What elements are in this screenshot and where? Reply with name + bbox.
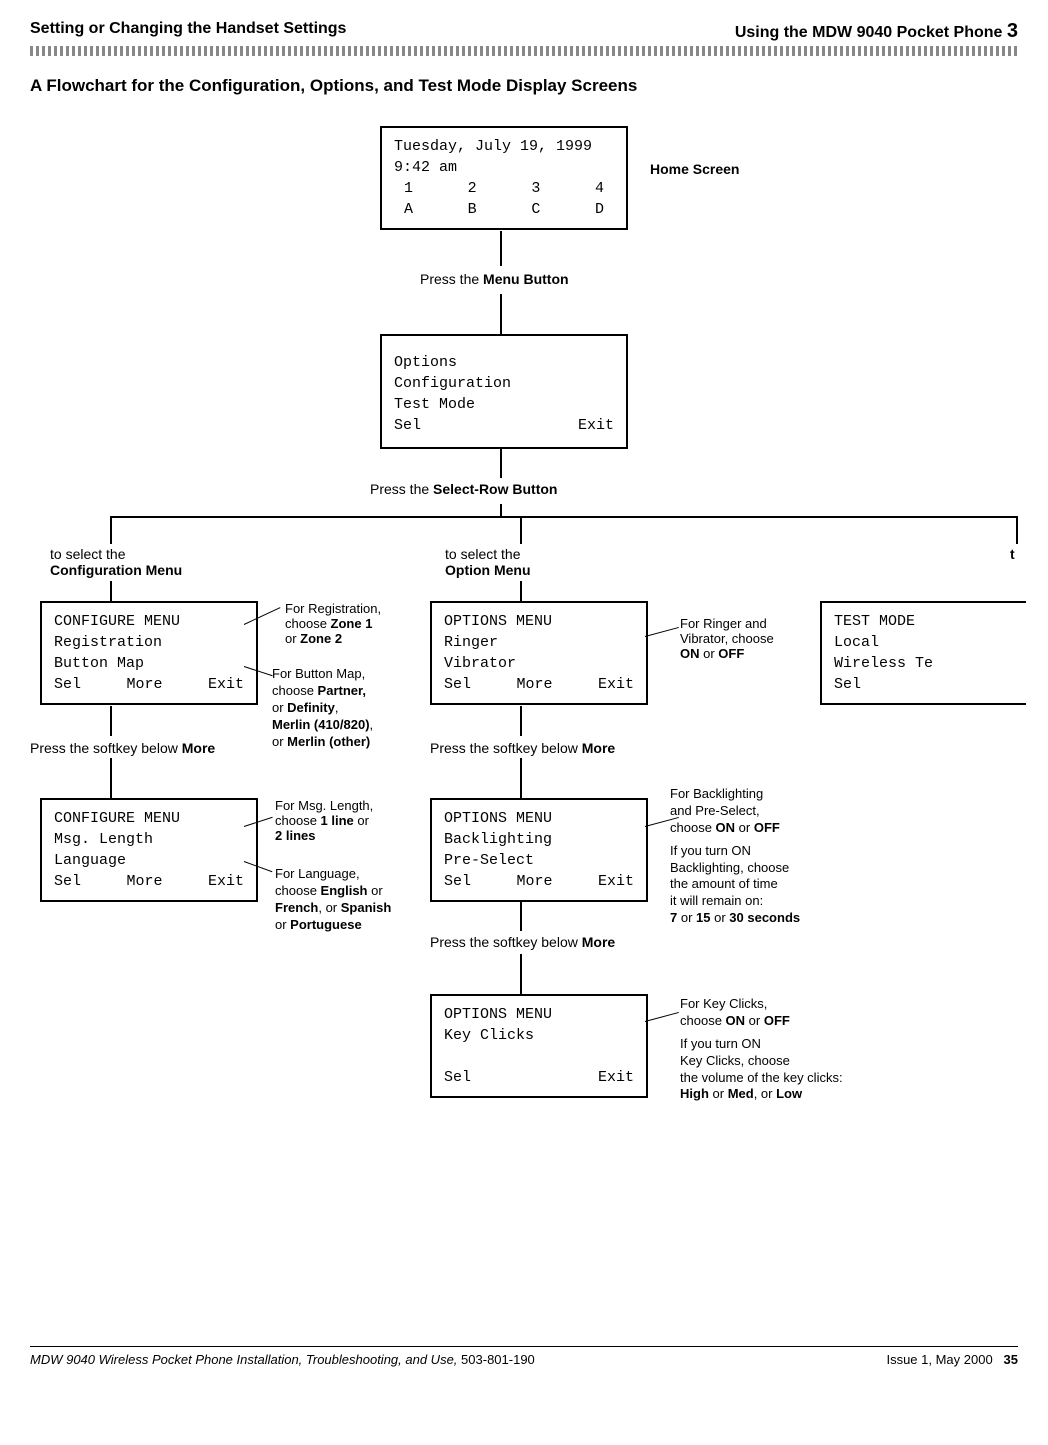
press-more-config: Press the softkey below More bbox=[30, 740, 215, 756]
header-right: Using the MDW 9040 Pocket Phone 3 bbox=[735, 20, 1018, 43]
mainmenu-softkeys: Sel Exit bbox=[394, 415, 614, 436]
options-menu-1: OPTIONS MENU Ringer Vibrator Sel More Ex… bbox=[430, 601, 648, 705]
mainmenu-config: Configuration bbox=[394, 373, 614, 394]
to-select-option: to select the Option Menu bbox=[445, 546, 531, 578]
press-select-row-step: Press the Select-Row Button bbox=[370, 481, 557, 497]
decorative-bar bbox=[30, 46, 1018, 56]
note-buttonmap: For Button Map, choose Partner, or Defin… bbox=[272, 666, 373, 750]
home-screen-label: Home Screen bbox=[650, 161, 739, 177]
footer-left: MDW 9040 Wireless Pocket Phone Installat… bbox=[30, 1352, 535, 1367]
test-mode-box: TEST MODE Local Wireless Te Sel bbox=[820, 601, 1026, 705]
configure-menu-1: CONFIGURE MENU Registration Button Map S… bbox=[40, 601, 258, 705]
mainmenu-options: Options bbox=[394, 352, 614, 373]
home-screen-box: Tuesday, July 19, 1999 9:42 am 1 2 3 4 A… bbox=[380, 126, 628, 230]
press-more-option2: Press the softkey below More bbox=[430, 934, 615, 950]
press-more-option1: Press the softkey below More bbox=[430, 740, 615, 756]
note-language: For Language, choose English or French, … bbox=[275, 866, 391, 934]
press-menu-step: Press the Menu Button bbox=[420, 271, 569, 287]
to-select-config: to select the Configuration Menu bbox=[50, 546, 182, 578]
note-ringer: For Ringer and Vibrator, choose ON or OF… bbox=[680, 616, 774, 661]
note-msglength: For Msg. Length, choose 1 line or 2 line… bbox=[275, 798, 373, 843]
header-left: Setting or Changing the Handset Settings bbox=[30, 20, 346, 43]
home-row1: 1 2 3 4 bbox=[394, 178, 614, 199]
options-menu-2: OPTIONS MENU Backlighting Pre-Select Sel… bbox=[430, 798, 648, 902]
mainmenu-testmode: Test Mode bbox=[394, 394, 614, 415]
page-footer: MDW 9040 Wireless Pocket Phone Installat… bbox=[30, 1346, 1018, 1367]
to-select-test-cutoff: t bbox=[1010, 546, 1015, 562]
page-header: Setting or Changing the Handset Settings… bbox=[30, 20, 1018, 43]
note-registration: For Registration, choose Zone 1 or Zone … bbox=[285, 601, 381, 646]
note-backlight: For Backlighting and Pre-Select, choose … bbox=[670, 786, 800, 927]
section-title: A Flowchart for the Configuration, Optio… bbox=[30, 76, 1018, 96]
home-date: Tuesday, July 19, 1999 bbox=[394, 136, 614, 157]
home-row2: A B C D bbox=[394, 199, 614, 220]
flowchart: Tuesday, July 19, 1999 9:42 am 1 2 3 4 A… bbox=[30, 126, 1018, 1326]
configure-menu-2: CONFIGURE MENU Msg. Length Language Sel … bbox=[40, 798, 258, 902]
footer-right: Issue 1, May 2000 35 bbox=[886, 1352, 1018, 1367]
note-keyclicks: For Key Clicks, choose ON or OFF If you … bbox=[680, 996, 843, 1103]
home-time: 9:42 am bbox=[394, 157, 614, 178]
options-menu-3: OPTIONS MENU Key Clicks Sel Exit bbox=[430, 994, 648, 1098]
main-menu-box: Options Configuration Test Mode Sel Exit bbox=[380, 334, 628, 449]
